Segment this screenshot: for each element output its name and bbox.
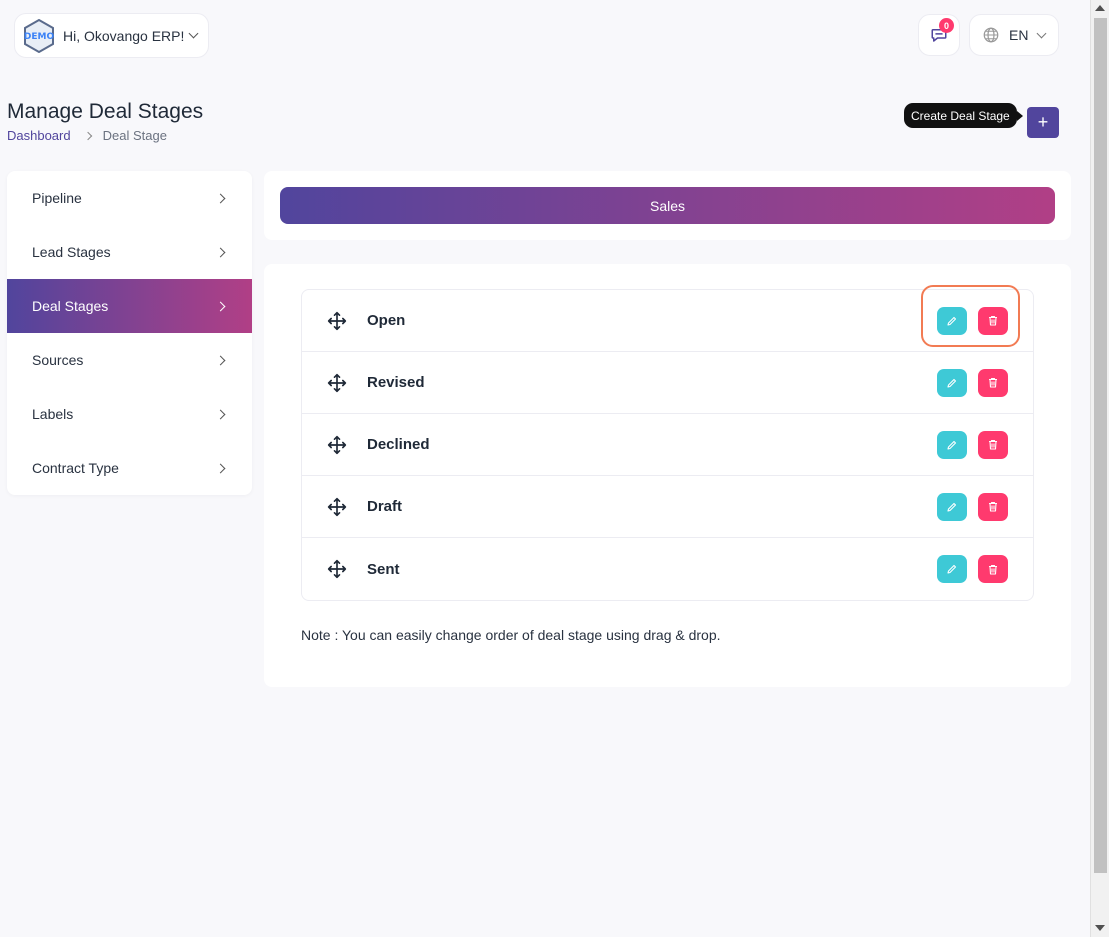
edit-button[interactable] — [937, 306, 967, 335]
sidebar-item-label: Pipeline — [32, 190, 82, 206]
sidebar-item-label: Labels — [32, 406, 74, 422]
list-item[interactable]: Open — [302, 290, 1033, 352]
create-deal-stage-button[interactable]: + — [1027, 107, 1059, 138]
scrollbar-thumb[interactable] — [1094, 18, 1107, 873]
avatar: DEMO — [21, 17, 57, 54]
sidebar-item-labels[interactable]: Labels — [7, 387, 252, 441]
chevron-right-icon — [215, 247, 226, 257]
move-icon[interactable] — [327, 435, 347, 455]
list-item[interactable]: Draft — [302, 476, 1033, 538]
deal-stage-list: Open Revised Declined Draft Sent — [301, 289, 1034, 601]
stage-name: Declined — [367, 436, 430, 453]
pencil-icon — [947, 564, 957, 574]
stage-name: Sent — [367, 560, 400, 578]
sidebar-item-label: Deal Stages — [32, 298, 109, 314]
sidebar-item-contract-type[interactable]: Contract Type — [7, 441, 252, 495]
chevron-right-icon — [215, 355, 226, 365]
chevron-right-icon — [215, 409, 226, 419]
scroll-down-icon[interactable] — [1095, 925, 1105, 931]
move-icon[interactable] — [327, 497, 347, 517]
edit-button[interactable] — [937, 555, 967, 583]
tab-sales[interactable]: Sales — [280, 187, 1055, 224]
edit-button[interactable] — [937, 430, 967, 459]
language-selector[interactable]: EN — [969, 14, 1059, 56]
sidebar-item-pipeline[interactable]: Pipeline — [7, 171, 252, 225]
chevron-down-icon — [188, 28, 199, 39]
page-title: Manage Deal Stages — [7, 100, 204, 123]
trash-icon — [989, 564, 997, 575]
globe-icon — [983, 27, 999, 43]
trash-icon — [989, 315, 997, 326]
list-item[interactable]: Sent — [302, 538, 1033, 600]
delete-button[interactable] — [978, 430, 1008, 459]
pencil-icon — [947, 440, 957, 450]
list-item[interactable]: Declined — [302, 414, 1033, 476]
stage-name: Draft — [367, 498, 403, 515]
sidebar-item-label: Contract Type — [32, 460, 119, 476]
sidebar-item-sources[interactable]: Sources — [7, 333, 252, 387]
stage-name: Open — [367, 312, 406, 329]
scroll-up-icon[interactable] — [1095, 5, 1105, 11]
chevron-right-icon — [215, 193, 226, 203]
trash-icon — [989, 377, 997, 388]
demo-logo-icon: DEMO — [24, 18, 55, 53]
deal-stages-card: Open Revised Declined Draft Sent Note: … — [264, 264, 1071, 687]
chevron-down-icon — [1037, 28, 1047, 38]
move-icon[interactable] — [327, 559, 347, 579]
avatar-text: DEMO — [24, 32, 55, 42]
language-label: EN — [1009, 27, 1029, 43]
stage-name: Revised — [367, 374, 425, 391]
list-item[interactable]: Revised — [302, 352, 1033, 414]
pencil-icon — [947, 502, 957, 512]
chevron-right-icon — [83, 131, 92, 140]
sidebar-item-deal-stages[interactable]: Deal Stages — [7, 279, 252, 333]
chevron-right-icon — [215, 301, 226, 311]
chevron-right-icon — [215, 463, 226, 473]
delete-button[interactable] — [978, 368, 1008, 397]
breadcrumb-dashboard-link[interactable]: Dashboard — [7, 128, 71, 143]
user-greeting: Hi, Okovango ERP! — [63, 27, 185, 44]
user-menu[interactable]: DEMO Hi, Okovango ERP! — [14, 13, 209, 58]
trash-icon — [989, 501, 997, 512]
delete-button[interactable] — [978, 492, 1008, 521]
create-tooltip: Create Deal Stage — [904, 103, 1023, 128]
move-icon[interactable] — [327, 373, 347, 393]
settings-sidebar: Pipeline Lead Stages Deal Stages Sources… — [7, 171, 252, 495]
edit-button[interactable] — [937, 368, 967, 397]
pencil-icon — [947, 378, 957, 388]
breadcrumb: Dashboard Deal Stage — [7, 128, 167, 143]
drag-drop-note: Note : You can easily change order of de… — [301, 627, 721, 643]
delete-button[interactable] — [978, 555, 1008, 583]
sidebar-item-label: Lead Stages — [32, 244, 111, 260]
page-scrollbar[interactable] — [1090, 0, 1109, 937]
move-icon[interactable] — [327, 311, 347, 331]
edit-button[interactable] — [937, 492, 967, 521]
sidebar-item-lead-stages[interactable]: Lead Stages — [7, 225, 252, 279]
breadcrumb-current: Deal Stage — [102, 128, 167, 143]
trash-icon — [989, 439, 997, 450]
sidebar-item-label: Sources — [32, 352, 84, 368]
pencil-icon — [947, 316, 957, 326]
messages-button[interactable]: 0 — [918, 14, 960, 56]
delete-button[interactable] — [978, 306, 1008, 335]
message-count-badge: 0 — [939, 18, 954, 33]
pipeline-tabs-card: Sales — [264, 171, 1071, 240]
